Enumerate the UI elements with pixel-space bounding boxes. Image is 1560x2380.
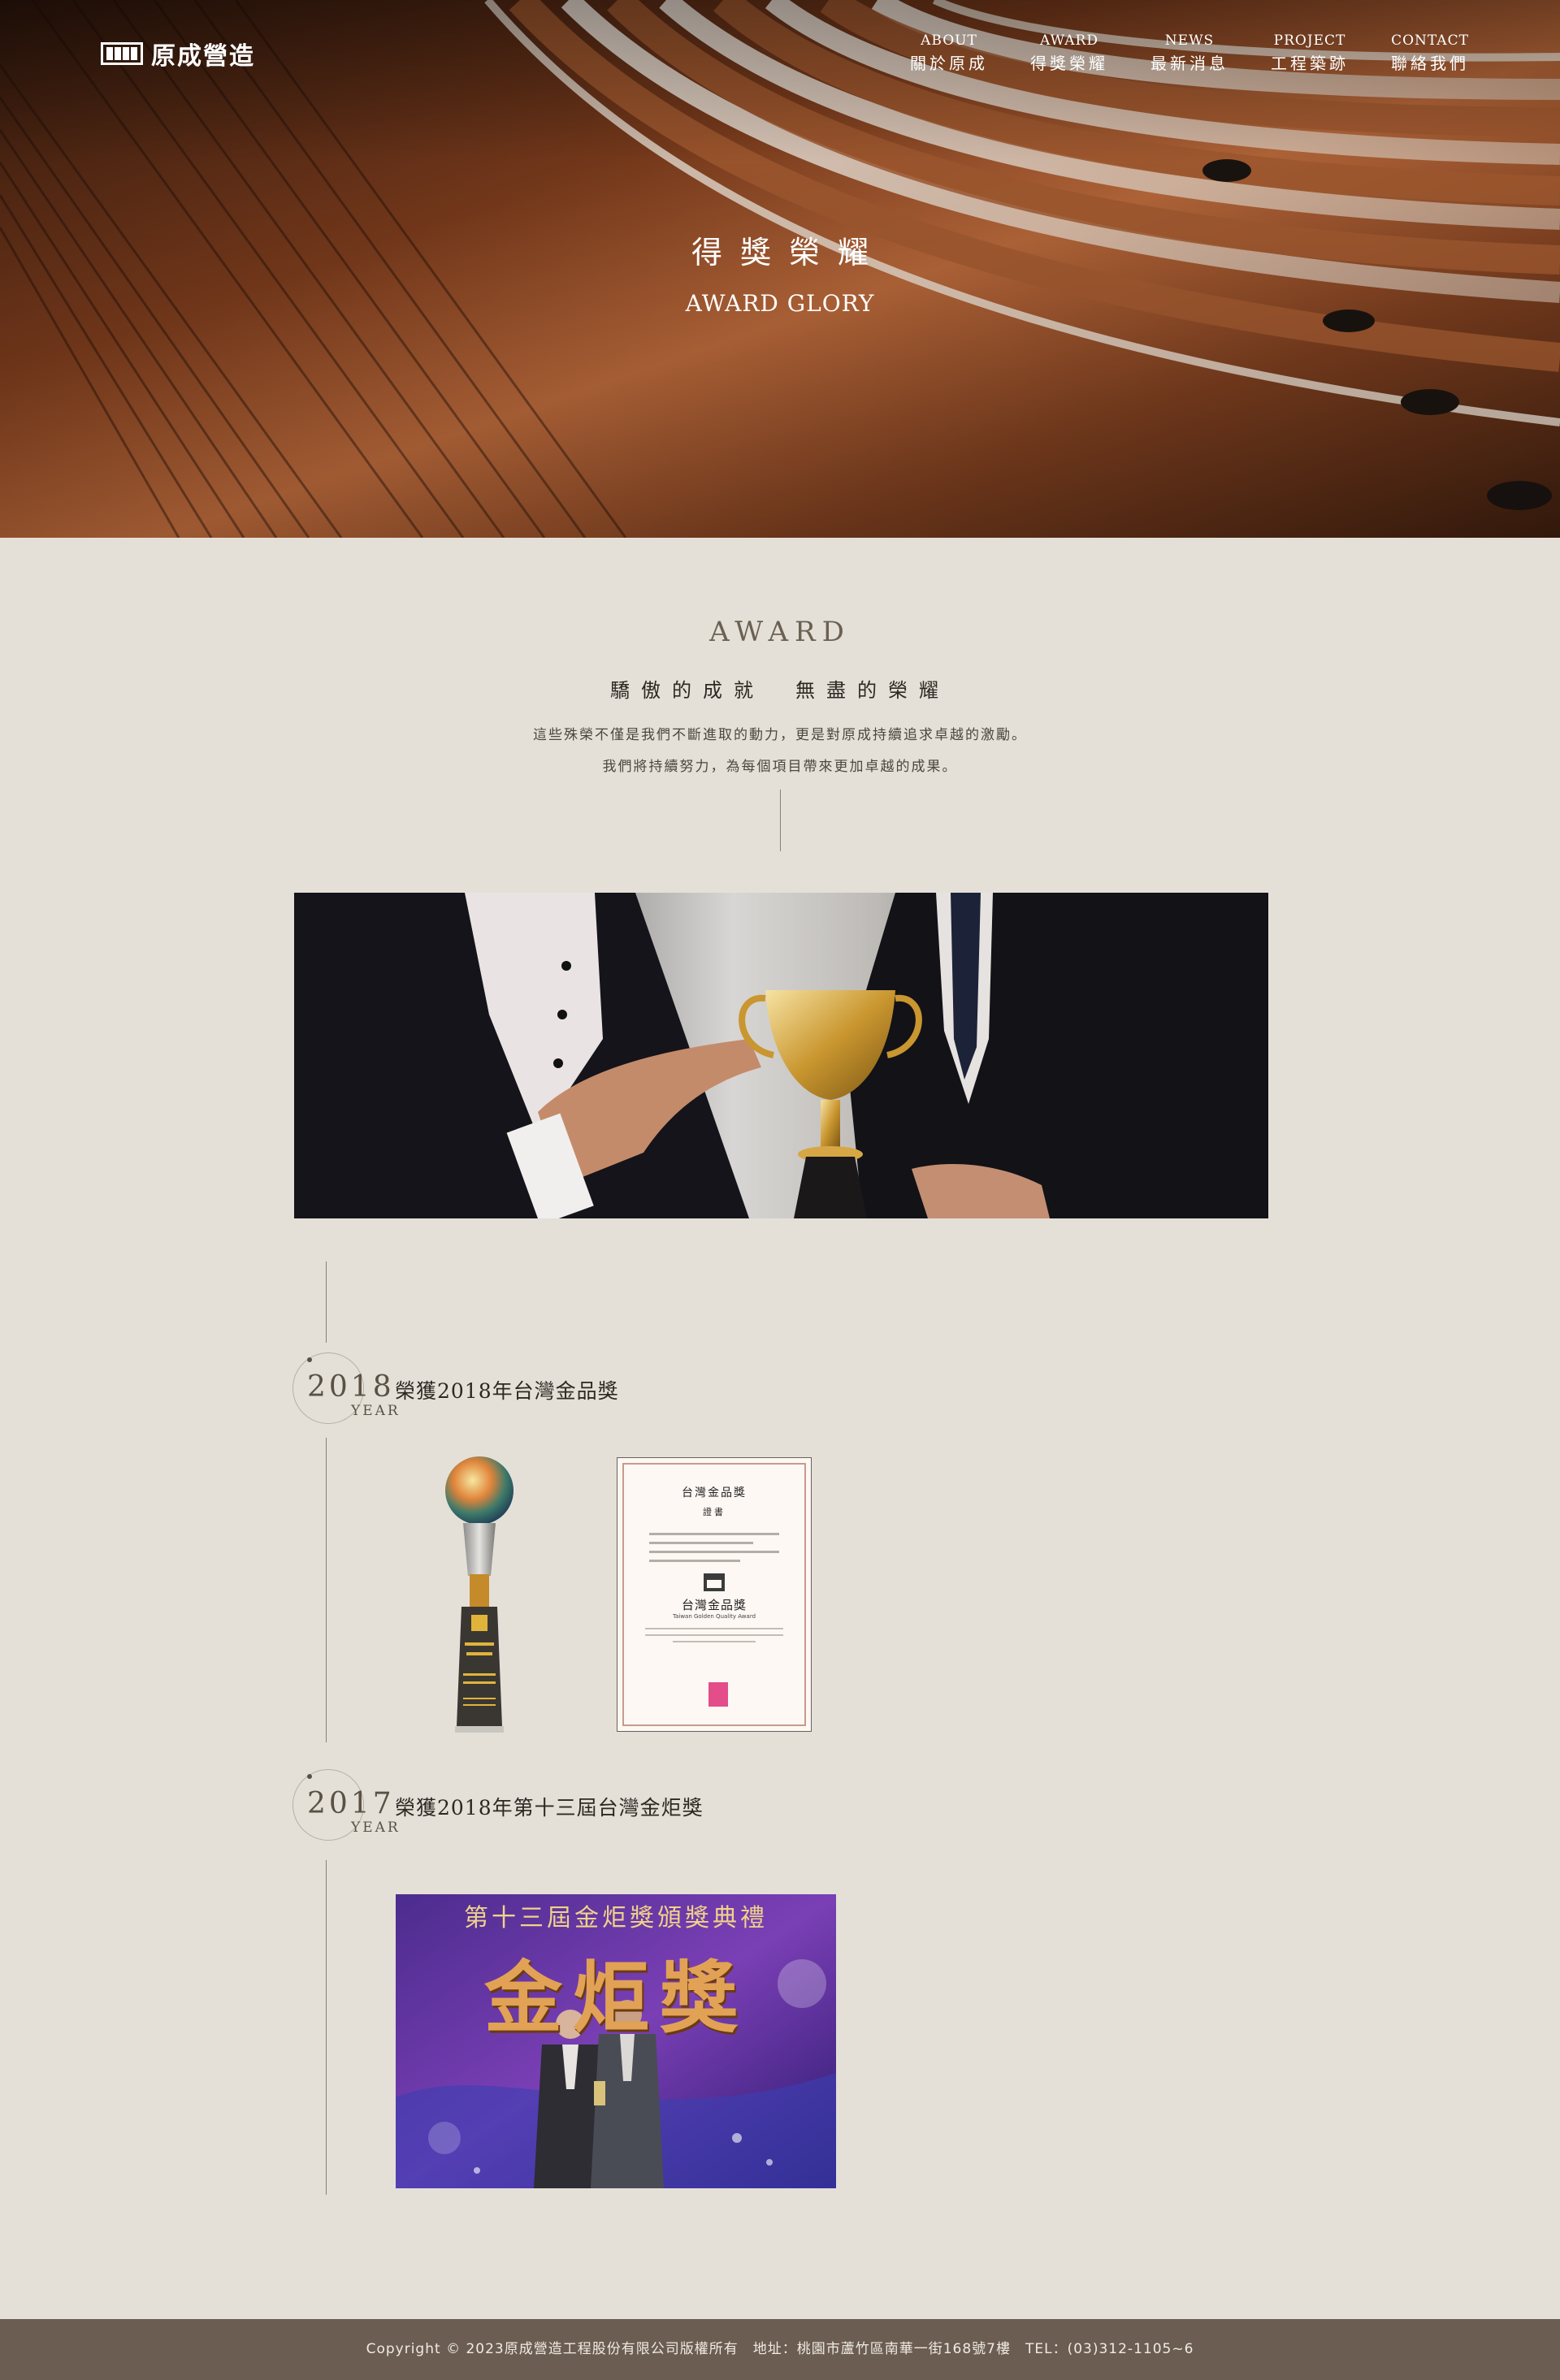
year-label: YEAR — [351, 1820, 401, 1836]
award-title: 榮獲2018年台灣金品獎 — [395, 1379, 619, 1403]
certificate-title: 台灣金品獎 — [682, 1486, 747, 1499]
nav-item-en: NEWS — [1164, 32, 1215, 49]
nav-item-en: PROJECT — [1273, 32, 1346, 49]
trophy-handover-image — [294, 893, 1268, 1218]
nav-item-en: ABOUT — [921, 32, 977, 49]
trophy-photo — [439, 1454, 520, 1734]
certificate-seal-icon — [708, 1682, 728, 1707]
certificate-award-en: Taiwan Golden Quality Award — [672, 1613, 756, 1620]
nav-item-about[interactable]: ABOUT 關於原成 — [910, 32, 988, 74]
nav-item-zh: 得獎榮耀 — [1030, 54, 1108, 73]
logo-icon — [101, 42, 143, 65]
ceremony-photo: 第十三屆金炬獎頒獎典禮 金炬獎 — [396, 1894, 836, 2188]
intro-paragraph: 我們將持續努力，為每個項目帶來更加卓越的成果。 — [602, 759, 958, 775]
nav-item-project[interactable]: PROJECT 工程築跡 — [1271, 32, 1349, 74]
certificate-footnote — [645, 1628, 783, 1642]
year-dot — [307, 1357, 312, 1362]
year-number: 2018 — [307, 1370, 395, 1404]
intro-paragraph: 這些殊榮不僅是我們不斷進取的動力，更是對原成持續追求卓越的激勵。 — [533, 727, 1027, 743]
certificate-body — [649, 1533, 779, 1562]
nav-item-contact[interactable]: CONTACT 聯絡我們 — [1391, 32, 1469, 74]
logo-text: 原成營造 — [151, 42, 255, 71]
hero-banner: 原成營造 ABOUT 關於原成 AWARD 得獎榮耀 NEWS 最新消息 PRO… — [0, 0, 1560, 538]
certificate-award-name: 台灣金品獎 — [681, 1598, 747, 1612]
ceremony-award-text: 金炬獎 — [484, 1952, 748, 2044]
section-heading-en: AWARD — [709, 616, 851, 648]
hero-title: 得獎榮耀 AWARD GLORY — [0, 227, 1560, 317]
nav-item-zh: 聯絡我們 — [1391, 54, 1469, 73]
certificate-logo-icon — [704, 1573, 725, 1591]
ceremony-banner-text: 第十三屆金炬獎頒獎典禮 — [464, 1904, 768, 1932]
section-heading-zh: 驕傲的成就 無盡的榮耀 — [610, 679, 950, 702]
year-dot — [307, 1774, 312, 1779]
certificate-subtitle: 證書 — [703, 1507, 726, 1517]
timeline-line — [326, 1860, 327, 2195]
hero-title-en: AWARD GLORY — [685, 290, 875, 317]
timeline-line — [326, 1261, 327, 1343]
certificate-frame: 台灣金品獎 證書 台灣金品獎 Taiwan Golden Quality Awa… — [622, 1463, 806, 1726]
year-number: 2017 — [307, 1787, 395, 1820]
trophy-image — [445, 1456, 514, 1733]
year-label: YEAR — [351, 1403, 401, 1419]
nav-item-en: CONTACT — [1391, 32, 1469, 49]
divider-line — [780, 790, 781, 851]
nav-item-en: AWARD — [1040, 32, 1098, 49]
site-logo[interactable]: 原成營造 — [101, 37, 255, 71]
award-title: 榮獲2018年第十三屆台灣金炬獎 — [395, 1796, 704, 1820]
nav-item-zh: 關於原成 — [910, 54, 988, 73]
site-footer: Copyright © 2023原成營造工程股份有限公司版權所有 地址：桃園市蘆… — [0, 2319, 1560, 2380]
trophy-handover-photo — [294, 893, 1268, 1218]
certificate-photo: 台灣金品獎 證書 台灣金品獎 Taiwan Golden Quality Awa… — [617, 1457, 812, 1732]
nav-item-award[interactable]: AWARD 得獎榮耀 — [1030, 32, 1108, 74]
footer-copyright: Copyright © 2023原成營造工程股份有限公司版權所有 地址：桃園市蘆… — [366, 2341, 1194, 2357]
hero-title-zh: 得獎榮耀 — [691, 235, 886, 270]
nav-item-zh: 工程築跡 — [1271, 54, 1349, 73]
nav-item-news[interactable]: NEWS 最新消息 — [1150, 32, 1228, 74]
timeline-line — [326, 1438, 327, 1742]
nav-item-zh: 最新消息 — [1150, 54, 1228, 73]
main-nav: ABOUT 關於原成 AWARD 得獎榮耀 NEWS 最新消息 PROJECT … — [910, 32, 1469, 74]
